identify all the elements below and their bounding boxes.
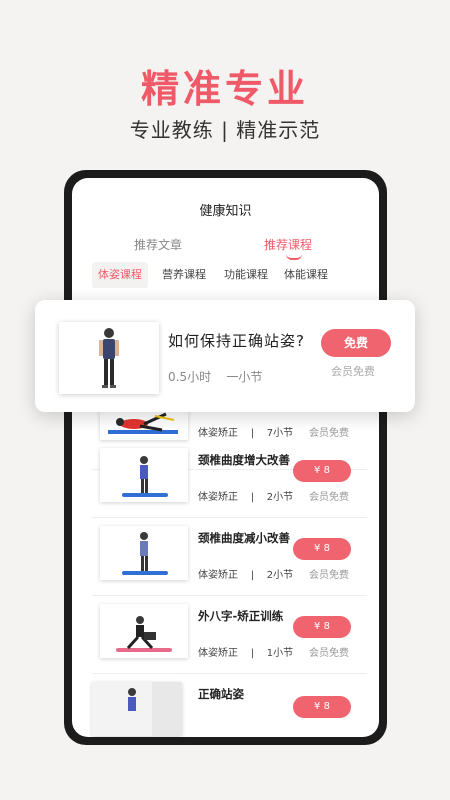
featured-course-meta: 0.5小时 一小节 — [168, 370, 263, 384]
subheadline: 专业教练 | 精准示范 — [129, 118, 321, 142]
chip-function-courses[interactable]: 功能课程 — [218, 262, 274, 288]
price-button[interactable]: ¥ 8 — [293, 696, 351, 718]
active-tab-indicator — [286, 254, 302, 260]
featured-course-card[interactable]: 如何保持正确站姿? 0.5小时 一小节 免费 会员免费 — [35, 300, 415, 412]
tab-recommended-courses[interactable]: 推荐课程 — [264, 236, 312, 253]
course-title: 颈椎曲度增大改善 — [198, 453, 290, 467]
price-button[interactable]: ¥ 8 — [293, 538, 351, 560]
headline: 精准专业 — [140, 67, 309, 111]
course-thumbnail — [100, 526, 188, 580]
member-free-label: 会员免费 — [309, 570, 349, 581]
chip-fitness-courses[interactable]: 体能课程 — [278, 262, 334, 288]
chip-posture-courses[interactable]: 体姿课程 — [92, 262, 148, 288]
featured-course-thumbnail — [59, 322, 159, 394]
course-thumbnail — [100, 448, 188, 502]
course-meta: 体姿矫正 | 2小节 — [198, 570, 294, 581]
price-button[interactable]: ¥ 8 — [293, 460, 351, 482]
chip-nutrition-courses[interactable]: 营养课程 — [156, 262, 212, 288]
member-free-label: 会员免费 — [309, 428, 349, 439]
course-thumbnail — [100, 604, 188, 658]
course-thumbnail — [92, 682, 182, 736]
course-meta: 体姿矫正 | 2小节 — [198, 492, 294, 503]
course-title: 外八字-矫正训练 — [198, 609, 284, 623]
course-title: 颈椎曲度减小改善 — [198, 531, 290, 545]
course-title: 正确站姿 — [198, 687, 244, 701]
free-button[interactable]: 免费 — [321, 329, 391, 357]
course-row[interactable]: 颈椎曲度减小改善 体姿矫正 | 2小节 ¥ 8 会员免费 — [92, 518, 367, 596]
price-button[interactable]: ¥ 8 — [293, 616, 351, 638]
member-free-label: 会员免费 — [309, 648, 349, 659]
course-meta: 体姿矫正 | 1小节 — [198, 648, 294, 659]
course-row[interactable]: 外八字-矫正训练 体姿矫正 | 1小节 ¥ 8 会员免费 — [92, 596, 367, 674]
tab-recommended-articles[interactable]: 推荐文章 — [134, 236, 182, 253]
course-meta: 体姿矫正 | 7小节 — [198, 428, 294, 439]
phone-frame: 健康知识 推荐文章 推荐课程 体姿课程 营养课程 功能课程 体能课程 体姿矫正 … — [64, 170, 387, 745]
member-free-label: 会员免费 — [331, 365, 375, 378]
member-free-label: 会员免费 — [309, 492, 349, 503]
course-row[interactable]: 正确站姿 ¥ 8 — [92, 674, 367, 737]
screen-title: 健康知识 — [199, 204, 252, 219]
phone-screen: 健康知识 推荐文章 推荐课程 体姿课程 营养课程 功能课程 体能课程 体姿矫正 … — [72, 178, 379, 737]
course-row[interactable]: 颈椎曲度增大改善 体姿矫正 | 2小节 ¥ 8 会员免费 — [92, 440, 367, 518]
featured-course-title: 如何保持正确站姿? — [168, 332, 305, 350]
